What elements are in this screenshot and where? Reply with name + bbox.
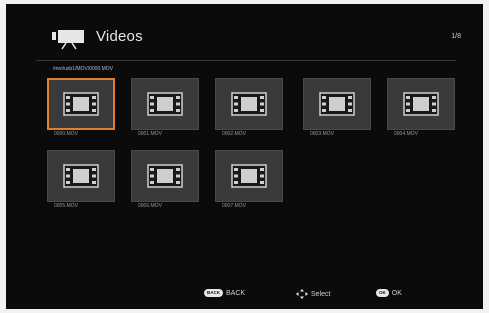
film-icon: [63, 164, 99, 188]
video-camera-icon: [52, 30, 84, 50]
film-icon: [231, 164, 267, 188]
file-thumbnail[interactable]: [47, 150, 115, 202]
file-name: 0002.MOV: [222, 131, 246, 137]
select-label: Select: [311, 290, 331, 298]
header-divider: [36, 60, 456, 61]
file-thumbnail[interactable]: [303, 78, 371, 130]
film-icon: [63, 92, 99, 116]
back-key-badge: BACK: [204, 289, 223, 297]
file-thumbnail[interactable]: [47, 78, 115, 130]
file-name: 0001.MOV: [138, 131, 162, 137]
film-icon: [319, 92, 355, 116]
back-label: BACK: [226, 289, 246, 297]
file-name: 0006.MOV: [138, 203, 162, 209]
file-name: 0007.MOV: [222, 203, 246, 209]
film-icon: [403, 92, 439, 116]
ok-label: OK: [391, 289, 402, 297]
film-icon: [147, 92, 183, 116]
file-name: 0004.MOV: [394, 131, 418, 137]
back-hint[interactable]: BACK BACK: [204, 289, 245, 297]
current-path: /mnt/usb1/MOV/0000.MOV: [53, 66, 114, 72]
page-counter: 1/8: [451, 33, 461, 40]
footer-hints: BACK BACK Select OK OK: [6, 289, 483, 303]
file-name: 0003.MOV: [310, 131, 334, 137]
file-thumbnail[interactable]: [387, 78, 455, 130]
file-thumbnail[interactable]: [215, 150, 283, 202]
dpad-icon: [296, 289, 308, 299]
page-title: Videos: [96, 28, 143, 45]
select-hint[interactable]: Select: [296, 289, 330, 299]
file-thumbnail[interactable]: [131, 78, 199, 130]
file-thumbnail[interactable]: [131, 150, 199, 202]
film-icon: [231, 92, 267, 116]
film-icon: [147, 164, 183, 188]
header: Videos 1/8: [6, 4, 483, 62]
file-name: 0000.MOV: [54, 131, 78, 137]
video-browser-screen: Videos 1/8 /mnt/usb1/MOV/0000.MOV 0000.M…: [6, 4, 483, 309]
ok-key-badge: OK: [376, 289, 389, 297]
file-thumbnail[interactable]: [215, 78, 283, 130]
file-name: 0005.MOV: [54, 203, 78, 209]
ok-hint[interactable]: OK OK: [376, 289, 402, 297]
